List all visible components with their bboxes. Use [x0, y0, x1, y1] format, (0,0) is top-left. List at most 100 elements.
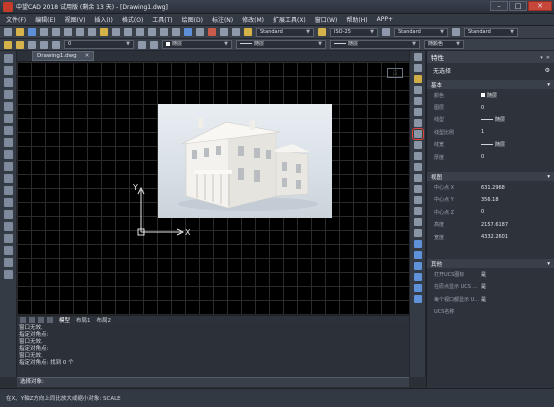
last-layout-icon[interactable] [47, 317, 53, 323]
match-properties-icon[interactable] [100, 28, 108, 36]
pan-icon[interactable] [136, 28, 144, 36]
fillet-icon[interactable] [414, 218, 422, 226]
properties-icon[interactable] [184, 28, 192, 36]
rectangle-icon[interactable] [4, 102, 13, 111]
close-icon[interactable]: ✕ [546, 55, 550, 61]
arc-icon[interactable] [4, 114, 13, 123]
mirror-icon[interactable] [414, 75, 422, 83]
menu-edit[interactable]: 编辑(E) [35, 15, 55, 24]
table-icon[interactable] [4, 258, 13, 267]
print-icon[interactable] [40, 28, 48, 36]
copy-icon[interactable] [76, 28, 84, 36]
offset-icon[interactable] [414, 86, 422, 94]
construction-line-icon[interactable] [4, 66, 13, 75]
hatch-icon[interactable] [4, 222, 13, 231]
multiline-text-icon[interactable] [4, 270, 13, 279]
minimize-button[interactable]: – [490, 0, 508, 11]
property-row[interactable]: 高度 2157.6187 [427, 219, 554, 231]
pin-icon[interactable]: ▾ [540, 55, 543, 61]
menu-app[interactable]: APP+ [377, 16, 393, 23]
paste-icon[interactable] [88, 28, 96, 36]
maximize-button[interactable]: □ [509, 0, 527, 11]
layer-select[interactable]: 0 ▼ [64, 40, 134, 49]
menu-tools[interactable]: 工具(T) [152, 15, 172, 24]
property-row[interactable]: 图层 0 [427, 101, 554, 113]
lock-icon[interactable] [40, 40, 48, 49]
trim-icon[interactable] [414, 152, 422, 160]
menu-window[interactable]: 窗口(W) [315, 15, 338, 24]
property-row[interactable]: 线型比例 1 [427, 126, 554, 138]
send-under-icon[interactable] [414, 284, 422, 292]
property-row[interactable]: 每个视口都显示 U... 是 [427, 293, 554, 305]
line-icon[interactable] [4, 54, 13, 63]
draw-order-icon[interactable] [414, 240, 422, 248]
selection-select[interactable]: 无选择 ⚙ [427, 63, 554, 77]
rotate-icon[interactable] [414, 119, 422, 127]
scale-icon[interactable] [412, 128, 424, 140]
plotstyle-select[interactable]: 随颜色 ▼ [424, 40, 464, 49]
close-button[interactable]: ✕ [528, 0, 552, 11]
stretch-icon[interactable] [414, 141, 422, 149]
linetype-select[interactable]: 随层 ▼ [236, 40, 326, 49]
new-file-icon[interactable] [4, 28, 12, 36]
layer-manager-icon[interactable] [4, 40, 12, 49]
property-row[interactable]: 中心点 X 631.2968 [427, 181, 554, 193]
menu-format[interactable]: 格式(O) [122, 15, 143, 24]
property-row[interactable]: UCS名称 [427, 305, 554, 317]
circle-icon[interactable] [4, 126, 13, 135]
table-style-select[interactable]: Standard ▼ [394, 27, 448, 37]
property-row[interactable]: 颜色 随层 [427, 89, 554, 101]
text-style-select[interactable]: Standard ▼ [256, 27, 314, 37]
redo-icon[interactable] [124, 28, 132, 36]
property-row[interactable]: 厚度 0 [427, 151, 554, 163]
table-style-icon[interactable] [382, 28, 390, 36]
make-block-icon[interactable] [4, 198, 13, 207]
section-basic[interactable]: 基本 ▾ [427, 80, 554, 89]
multileader-style-icon[interactable] [452, 28, 460, 36]
drawing-tab[interactable]: Drawing1.dwg ✕ [32, 51, 95, 61]
menu-file[interactable]: 文件(F) [6, 15, 26, 24]
viewport-control-icon[interactable]: ⬚ [387, 68, 403, 78]
property-row[interactable]: 宽度 4332.2601 [427, 231, 554, 243]
tab-model[interactable]: 模型 [59, 316, 70, 324]
help-icon[interactable] [232, 28, 240, 36]
menu-view[interactable]: 视图(V) [65, 15, 86, 24]
menu-insert[interactable]: 插入(I) [94, 15, 112, 24]
send-to-back-icon[interactable] [414, 262, 422, 270]
make-current-layer-icon[interactable] [138, 40, 146, 49]
region-icon[interactable] [4, 246, 13, 255]
spline-icon[interactable] [4, 150, 13, 159]
join-icon[interactable] [414, 196, 422, 204]
zoom-realtime-icon[interactable] [148, 28, 156, 36]
break-icon[interactable] [414, 185, 422, 193]
property-row[interactable]: 打开UCS图标 是 [427, 268, 554, 280]
dim-style-select[interactable]: ISO-25 ▼ [330, 27, 378, 37]
save-icon[interactable] [28, 28, 36, 36]
erase-icon[interactable] [414, 53, 422, 61]
zoom-window-icon[interactable] [160, 28, 168, 36]
move-icon[interactable] [414, 108, 422, 116]
print-preview-icon[interactable] [52, 28, 60, 36]
color-select[interactable]: 随层 ▼ [162, 40, 232, 49]
extend-icon[interactable] [414, 163, 422, 171]
property-row[interactable]: 中心点 Z 0 [427, 206, 554, 218]
chamfer-icon[interactable] [414, 207, 422, 215]
property-row[interactable]: 中心点 Y 356.18 [427, 194, 554, 206]
gradient-icon[interactable] [4, 234, 13, 243]
ellipse-icon[interactable] [4, 162, 13, 171]
zoom-previous-icon[interactable] [172, 28, 180, 36]
layer-previous-icon[interactable] [150, 40, 158, 49]
layer-color-icon[interactable] [52, 40, 60, 49]
text-to-front-icon[interactable] [414, 295, 422, 303]
property-row[interactable]: 线型 随层 [427, 114, 554, 126]
tool-palette-icon[interactable] [208, 28, 216, 36]
insert-block-icon[interactable] [4, 186, 13, 195]
calculator-icon[interactable] [220, 28, 228, 36]
drawing-canvas[interactable]: ⬚ Y X [17, 62, 409, 315]
command-input[interactable]: 选择对象: [17, 377, 409, 387]
text-style-icon[interactable] [244, 28, 252, 36]
close-icon[interactable]: ✕ [85, 53, 90, 59]
property-row[interactable]: 线宽 随层 [427, 139, 554, 151]
next-layout-icon[interactable] [38, 317, 44, 323]
multileader-style-select[interactable]: Standard ▼ [464, 27, 518, 37]
